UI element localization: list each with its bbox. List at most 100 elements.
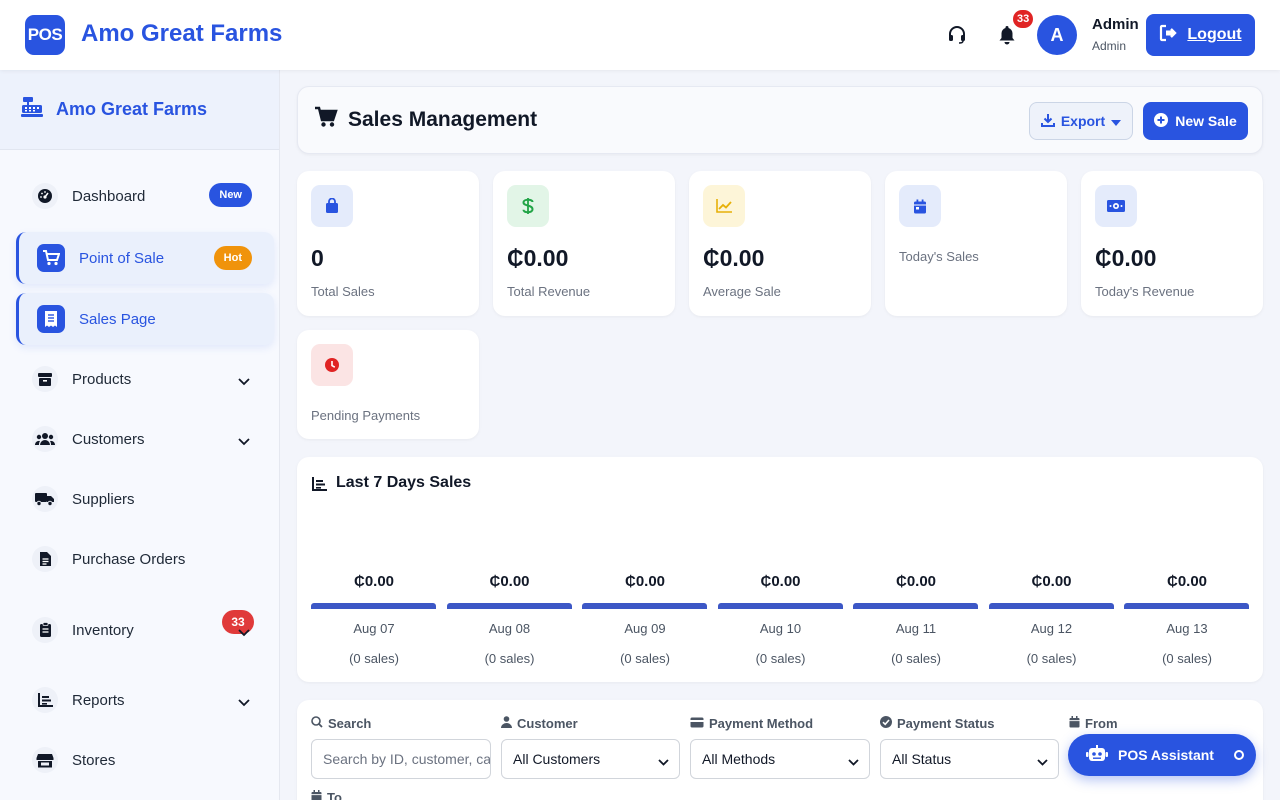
cart-icon (37, 244, 65, 272)
bar-sales-count: (0 sales) (484, 651, 535, 666)
bar-category-label: Aug 09 (624, 621, 666, 636)
avatar[interactable]: A (1037, 15, 1077, 55)
user-icon (501, 716, 512, 731)
document-icon (32, 546, 58, 572)
clock-icon (311, 344, 353, 386)
to-label-text: To (327, 790, 342, 800)
chevron-down-icon (658, 753, 669, 769)
user-role: Admin (1092, 39, 1127, 53)
bar-category-label: Aug 07 (353, 621, 395, 636)
search-input[interactable]: Search by ID, customer, ca (311, 739, 491, 779)
sidebar-item-point-of-sale[interactable]: Point of Sale Hot (16, 232, 274, 284)
chevron-down-icon (848, 753, 859, 769)
chevron-down-icon (238, 433, 250, 450)
sidebar-item-dashboard[interactable]: Dashboard New (16, 170, 274, 222)
bar-sales-count: (0 sales) (1162, 651, 1212, 666)
page-title: Sales Management (348, 108, 538, 131)
stat-value: ₵0.00 (1095, 245, 1157, 271)
bar-sales-count: (0 sales) (755, 651, 806, 666)
clipboard-icon (32, 617, 58, 643)
payment-status-label: Payment Status (880, 716, 995, 731)
bar-value-label: ₵0.00 (353, 573, 395, 590)
bar[interactable] (853, 603, 978, 609)
sidebar-item-suppliers[interactable]: Suppliers (16, 473, 274, 525)
stat-label: Total Sales (311, 284, 375, 299)
search-label: Search (311, 716, 371, 731)
to-date-label: To (311, 790, 342, 800)
calendar-icon (311, 790, 322, 800)
page-header: Sales Management Export New Sale (297, 86, 1263, 154)
payment-status-select[interactable]: All Status (880, 739, 1059, 779)
customer-label-text: Customer (517, 716, 578, 731)
chevron-down-icon (238, 624, 250, 641)
customer-select-value: All Customers (513, 751, 601, 767)
sidebar: Amo Great Farms Dashboard New Point of S… (0, 70, 280, 800)
sidebar-item-reports[interactable]: Reports (16, 674, 274, 726)
customer-select[interactable]: All Customers (501, 739, 680, 779)
truck-icon (32, 486, 58, 512)
sidebar-item-stores[interactable]: Stores (16, 734, 274, 786)
bar-value-label: ₵0.00 (760, 573, 801, 590)
search-label-text: Search (328, 716, 372, 731)
bar-category-label: Aug 08 (488, 621, 531, 636)
app-logo[interactable]: POS (25, 15, 65, 55)
users-icon (32, 426, 58, 452)
sidebar-item-sales-page[interactable]: Sales Page (16, 293, 274, 345)
brand-name[interactable]: Amo Great Farms (81, 20, 282, 48)
bar[interactable] (988, 603, 1114, 609)
bell-icon[interactable] (996, 24, 1018, 46)
stat-value: ₵0.00 (703, 245, 765, 271)
bar[interactable] (717, 603, 843, 609)
plus-circle-icon (1154, 112, 1169, 130)
stat-value: ₵0.00 (507, 245, 569, 271)
sidebar-item-label: Dashboard (72, 187, 146, 205)
bar-category-label: Aug 13 (1166, 621, 1208, 636)
bar-sales-count: (0 sales) (349, 651, 399, 666)
sidebar-item-inventory[interactable]: Inventory 33 (16, 604, 274, 656)
from-label-text: From (1085, 716, 1118, 731)
bar-category-label: Aug 12 (1030, 621, 1073, 636)
bar[interactable] (446, 603, 572, 609)
stat-value: 0 (311, 245, 324, 271)
stat-label: Pending Payments (311, 408, 421, 423)
new-sale-button[interactable]: New Sale (1143, 102, 1248, 140)
new-sale-label: New Sale (1175, 113, 1237, 129)
stat-card-todays-sales: Today's Sales (885, 171, 1067, 316)
sidebar-item-purchase-orders[interactable]: Purchase Orders (16, 533, 274, 585)
from-date-label: From (1069, 716, 1118, 731)
credit-card-icon (690, 716, 704, 731)
sidebar-item-customers[interactable]: Customers (16, 413, 274, 465)
chevron-down-icon (238, 694, 250, 711)
search-icon (311, 716, 323, 731)
bar-value-label: ₵0.00 (1166, 573, 1208, 590)
bar[interactable] (582, 603, 707, 609)
export-button[interactable]: Export (1029, 102, 1133, 140)
payment-status-select-value: All Status (892, 751, 952, 767)
sidebar-item-label: Products (72, 370, 132, 388)
bar[interactable] (1124, 603, 1249, 609)
chevron-down-icon (1037, 753, 1048, 769)
money-bill-icon (1095, 185, 1137, 227)
bar-category-label: Aug 10 (759, 621, 802, 636)
trend-chart-icon (703, 185, 745, 227)
robot-icon (1086, 744, 1108, 766)
stat-label: Today's Sales (899, 249, 979, 264)
sidebar-item-label: Reports (72, 691, 125, 709)
status-dot (1233, 750, 1244, 760)
bar-value-label: ₵0.00 (489, 573, 530, 590)
pos-assistant-button[interactable]: POS Assistant (1068, 734, 1256, 776)
headset-icon[interactable] (946, 24, 968, 46)
bar[interactable] (311, 603, 436, 609)
box-icon (32, 366, 58, 392)
stat-card-total-revenue: ₵0.00 Total Revenue (493, 171, 675, 316)
payment-method-select[interactable]: All Methods (690, 739, 870, 779)
stat-card-total-sales: 0 Total Sales (297, 171, 479, 316)
logout-label: Logout (1187, 26, 1242, 43)
payment-method-select-value: All Methods (702, 751, 776, 767)
sidebar-header: Amo Great Farms (0, 70, 279, 150)
sidebar-item-products[interactable]: Products (16, 353, 274, 405)
dashboard-icon (32, 183, 58, 209)
export-label: Export (1060, 113, 1106, 129)
stat-label: Total Revenue (507, 284, 591, 299)
logout-button[interactable]: Logout (1146, 14, 1255, 56)
